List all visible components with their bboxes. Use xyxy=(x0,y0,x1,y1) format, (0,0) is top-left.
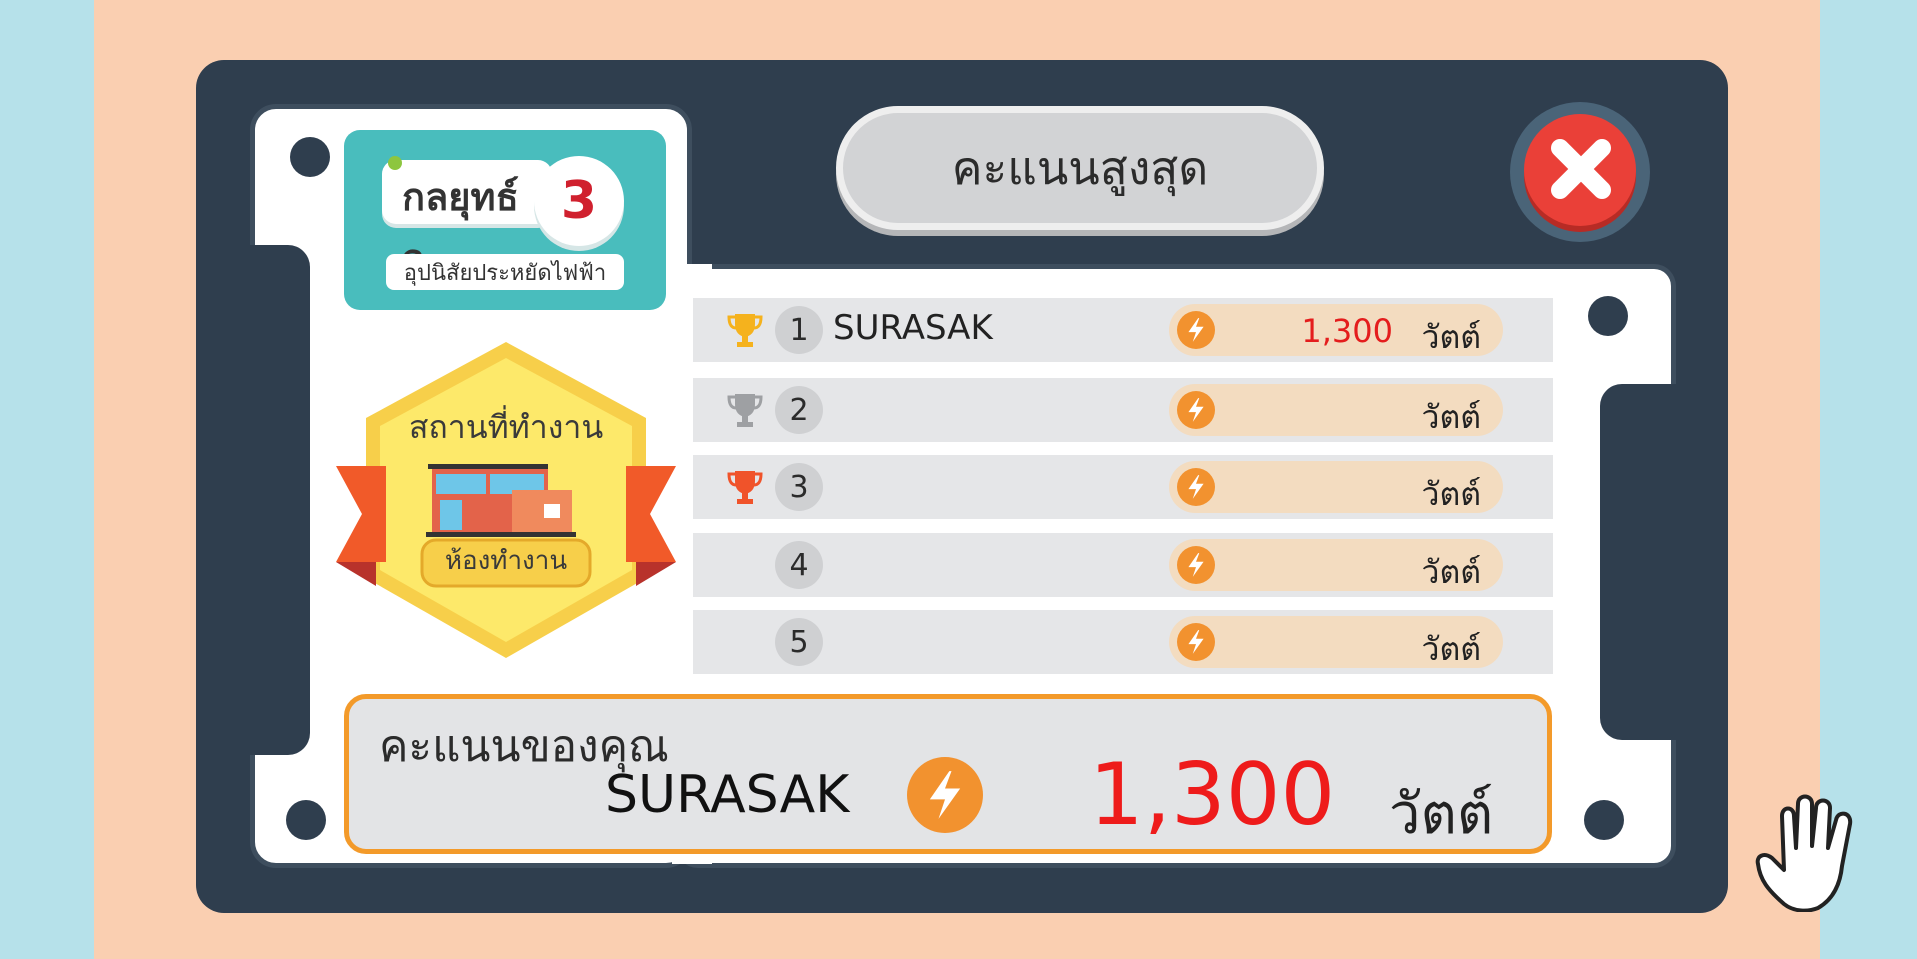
location-badge: สถานที่ทำงาน ห้องทำงาน xyxy=(336,340,676,660)
your-score-name: SURASAK xyxy=(605,765,850,825)
logo-badge: 3 xyxy=(534,156,624,246)
rank-badge: 2 xyxy=(775,386,823,434)
highscore-title: คะแนนสูงสุด xyxy=(836,106,1324,230)
badge-emblem-icon xyxy=(336,342,676,658)
lightning-bolt-icon xyxy=(1177,623,1215,661)
score-unit: วัตต์ xyxy=(1421,398,1481,436)
score-pill: 1,300 วัตต์ xyxy=(1169,304,1503,356)
game-logo: กลยุทธ์ อ. 3 อุปนิสัยประหยัดไฟฟ้า xyxy=(344,130,666,310)
player-name: SURASAK xyxy=(833,308,993,348)
highscore-title-text: คะแนนสูงสุด xyxy=(951,140,1209,195)
lightning-bolt-icon xyxy=(1177,391,1215,429)
gold-trophy-icon xyxy=(727,314,763,347)
score-unit: วัตต์ xyxy=(1421,475,1481,513)
lightning-bolt-icon xyxy=(1177,311,1215,349)
board-notch-right xyxy=(1600,384,1680,740)
score-pill: วัตต์ xyxy=(1169,539,1503,591)
badge-title: สถานที่ทำงาน xyxy=(408,408,604,446)
score-unit: วัตต์ xyxy=(1421,318,1481,356)
score-pill: วัตต์ xyxy=(1169,461,1503,513)
screw-icon xyxy=(1584,800,1624,840)
screw-icon xyxy=(286,800,326,840)
score-pill: วัตต์ xyxy=(1169,384,1503,436)
your-score-value: 1,300 xyxy=(1089,745,1336,845)
leaderboard-row: 2 วัตต์ xyxy=(693,378,1553,442)
bronze-trophy-icon xyxy=(727,471,763,504)
silver-trophy-icon xyxy=(727,394,763,427)
your-score-unit: วัตต์ xyxy=(1389,782,1494,847)
leaderboard-row: 3 วัตต์ xyxy=(693,455,1553,519)
board-notch-left xyxy=(246,245,310,755)
score-pill: วัตต์ xyxy=(1169,616,1503,668)
screw-icon xyxy=(290,137,330,177)
rank-badge: 3 xyxy=(775,463,823,511)
close-icon xyxy=(1551,139,1611,199)
logo-number: 3 xyxy=(560,171,598,231)
lightning-bolt-icon xyxy=(907,757,983,833)
lightning-bolt-icon xyxy=(1177,546,1215,584)
logo-dot xyxy=(388,156,402,170)
badge-subtitle: ห้องทำงาน xyxy=(444,546,568,576)
score-unit: วัตต์ xyxy=(1421,630,1481,668)
rank-badge: 5 xyxy=(775,618,823,666)
screw-icon xyxy=(1588,296,1628,336)
close-button[interactable] xyxy=(1524,114,1636,226)
logo-title: กลยุทธ์ อ. xyxy=(382,160,552,280)
player-score: 1,300 xyxy=(1301,312,1393,350)
rank-badge: 4 xyxy=(775,541,823,589)
logo-subtitle: อุปนิสัยประหยัดไฟฟ้า xyxy=(386,254,624,290)
score-unit: วัตต์ xyxy=(1421,553,1481,591)
rank-badge: 1 xyxy=(775,306,823,354)
leaderboard-row: 1 SURASAK 1,300 วัตต์ xyxy=(693,298,1553,362)
hand-cursor-icon xyxy=(1755,794,1853,912)
lightning-bolt-icon xyxy=(1177,468,1215,506)
leaderboard-row: 4 วัตต์ xyxy=(693,533,1553,597)
leaderboard-row: 5 วัตต์ xyxy=(693,610,1553,674)
your-score-panel: คะแนนของคุณ SURASAK 1,300 วัตต์ xyxy=(344,694,1552,854)
